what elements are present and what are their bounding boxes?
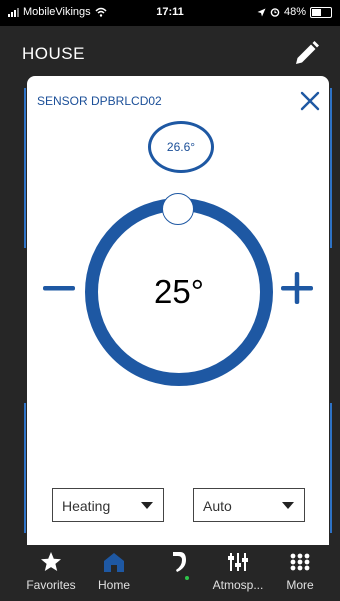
- tab-favorites[interactable]: Favorites: [17, 551, 85, 592]
- background-divider: [330, 88, 332, 248]
- fan-select[interactable]: Auto: [193, 488, 305, 522]
- location-icon: [257, 8, 266, 16]
- status-dot: [185, 576, 189, 580]
- chevron-down-icon: [141, 502, 153, 509]
- brand-logo-icon: [173, 552, 186, 572]
- background-divider: [24, 403, 26, 533]
- tab-brand[interactable]: [144, 551, 212, 580]
- decrease-temperature-button[interactable]: [42, 271, 76, 305]
- sliders-icon: [228, 553, 248, 571]
- tab-bar: Favorites Home Atmosp... More: [0, 545, 340, 601]
- close-icon[interactable]: [299, 90, 321, 112]
- chevron-down-icon: [282, 502, 294, 509]
- app-header: HOUSE: [0, 26, 340, 78]
- background-divider: [330, 403, 332, 533]
- tab-label: Favorites: [26, 578, 76, 592]
- background-divider: [24, 88, 26, 248]
- tab-label: Atmosp...: [212, 578, 264, 592]
- pencil-icon[interactable]: [292, 40, 320, 68]
- thermostat-dial[interactable]: 25°: [85, 193, 273, 386]
- battery-icon: [310, 6, 332, 18]
- tab-atmosphere[interactable]: Atmosp...: [204, 551, 272, 592]
- grid-dots-icon: [290, 553, 310, 571]
- fan-select-value: Auto: [203, 498, 232, 514]
- increase-temperature-button[interactable]: [280, 271, 314, 305]
- current-temperature-badge: 26.6°: [148, 121, 214, 173]
- tab-label: Home: [97, 578, 130, 592]
- tab-home[interactable]: Home: [80, 551, 148, 592]
- star-icon: [41, 552, 61, 571]
- status-right: 48%: [257, 6, 332, 18]
- mode-select-value: Heating: [62, 498, 111, 514]
- page-title: HOUSE: [22, 44, 85, 63]
- setpoint-temperature: 25°: [154, 273, 204, 310]
- tab-more[interactable]: More: [266, 551, 334, 592]
- sensor-modal: SENSOR DPBRLCD02 26.6° 25° Heating Auto: [27, 76, 329, 559]
- dial-handle[interactable]: [162, 193, 194, 225]
- battery-percent: 48%: [283, 6, 306, 18]
- status-bar: MobileVikings 17:11 48%: [0, 0, 340, 26]
- mode-select[interactable]: Heating: [52, 488, 164, 522]
- alarm-icon: [270, 8, 280, 17]
- current-temperature: 26.6°: [166, 140, 196, 154]
- home-icon: [104, 553, 124, 572]
- sensor-title: SENSOR DPBRLCD02: [37, 94, 162, 108]
- tab-label: More: [286, 578, 314, 592]
